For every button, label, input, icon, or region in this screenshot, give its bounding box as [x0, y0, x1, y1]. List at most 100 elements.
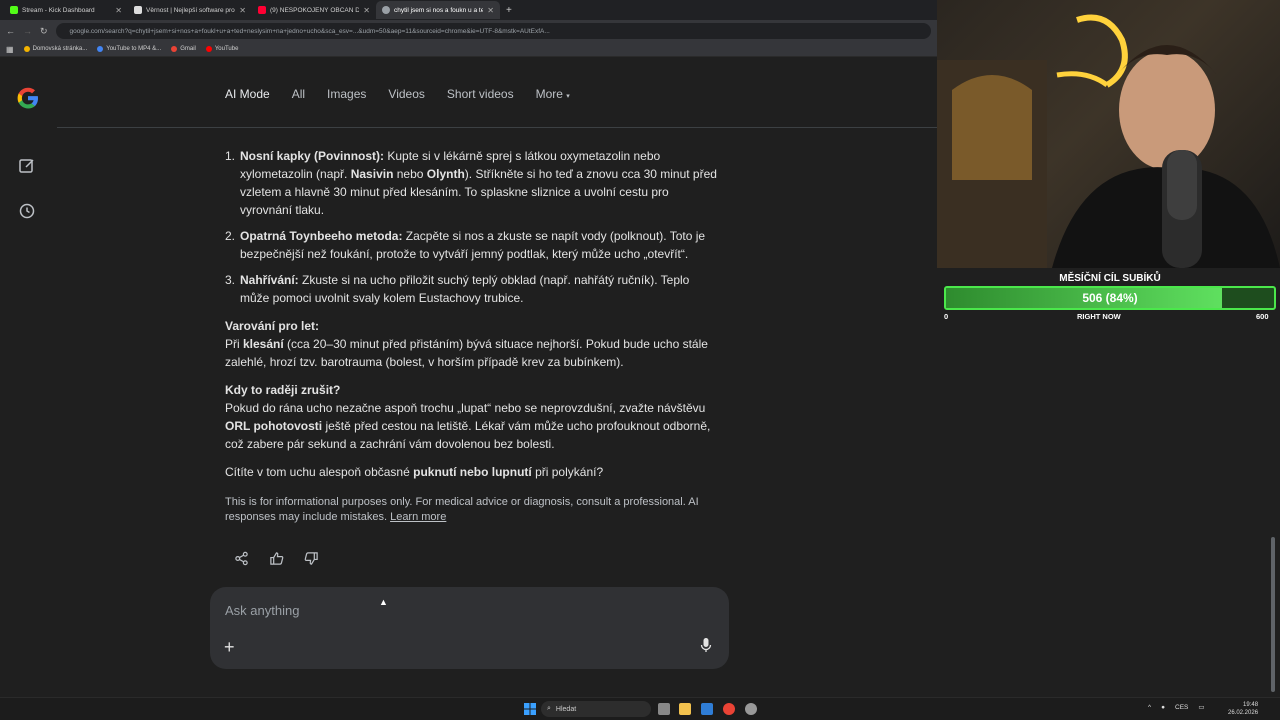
- back-icon[interactable]: ←: [6, 26, 15, 36]
- bookmark-label: Gmail: [180, 46, 196, 52]
- bookmarks-bar: ▦ Domovská stránka... YouTube to MP4 &..…: [0, 42, 937, 57]
- ask-box[interactable]: Ask anything +: [210, 587, 729, 669]
- store-icon[interactable]: [701, 703, 713, 715]
- url-input[interactable]: google.com/search?q=chytil+jsem+si+nos+a…: [55, 23, 931, 39]
- item-emphasis: Olynth: [426, 167, 465, 181]
- taskbar-search-label: Hledat: [555, 705, 577, 713]
- reload-icon[interactable]: ↻: [40, 26, 48, 37]
- list-number: 1.: [225, 149, 236, 163]
- bookmark-icon: [23, 46, 30, 52]
- list-item: 2. Opatrná Toynbeeho metoda: Zacpěte si …: [225, 227, 720, 263]
- microphone-tray-icon[interactable]: ●: [1161, 704, 1165, 711]
- sub-goal-now-label: RIGHT NOW: [1077, 312, 1121, 321]
- sub-goal-max: 600: [1256, 312, 1269, 321]
- webcam-image-icon: [937, 14, 1280, 268]
- browser-tabbar: Stream - Kick Dashboard ✕ Věrnost | Nejl…: [0, 0, 937, 20]
- answer-actions: [234, 551, 319, 566]
- caret-down-icon: ▾: [566, 93, 570, 100]
- bookmark[interactable]: YouTube to MP4 &...: [97, 46, 161, 52]
- taskbar: ⌕ Hledat ^ ● CES ▭ 19:48 26.02.2026: [0, 697, 1280, 720]
- history-icon[interactable]: [18, 202, 36, 220]
- task-view-icon[interactable]: [658, 703, 670, 715]
- browser-tab-active[interactable]: chytil jsem si nos a foukn u a te ✕: [376, 1, 500, 19]
- section-text: Pokud do rána ucho nezačne aspoň trochu …: [225, 401, 706, 415]
- apps-grid-icon[interactable]: ▦: [6, 45, 14, 54]
- clock-time: 19:48: [1243, 702, 1259, 708]
- bookmark-label: YouTube to MP4 &...: [106, 46, 162, 52]
- add-icon[interactable]: +: [224, 637, 235, 658]
- address-bar-row: ← → ↻ google.com/search?q=chytil+jsem+si…: [0, 20, 937, 42]
- tab-short-videos[interactable]: Short videos: [447, 87, 514, 101]
- file-explorer-icon[interactable]: [679, 703, 691, 715]
- thumbs-up-icon[interactable]: [269, 551, 284, 566]
- bookmark[interactable]: Domovská stránka...: [23, 46, 87, 52]
- language-indicator[interactable]: CES: [1175, 704, 1188, 711]
- google-logo-icon[interactable]: [15, 85, 41, 111]
- section-text: (cca 20–30 minut před přistáním) bývá si…: [225, 337, 708, 369]
- list-item: 3. Nahřívání: Zkuste si na ucho přiložit…: [225, 271, 720, 307]
- disclaimer: This is for informational purposes only.…: [225, 495, 720, 525]
- scrollbar[interactable]: [1271, 537, 1275, 692]
- browser-tab[interactable]: (9) NESPOKOJENÝ OBČAN DO ✕: [252, 1, 376, 19]
- windows-start-icon[interactable]: [524, 703, 536, 715]
- item-body: Zkuste si na ucho přiložit suchý teplý o…: [240, 273, 690, 305]
- section-text: Při: [225, 337, 243, 351]
- network-icon[interactable]: ▭: [1198, 703, 1204, 711]
- close-tab-icon[interactable]: ✕: [487, 6, 494, 15]
- tab-title: Věrnost | Nejlepší software pro: [146, 6, 235, 14]
- thumbs-down-icon[interactable]: [304, 551, 319, 566]
- list-text: Opatrná Toynbeeho metoda: Zacpěte si nos…: [240, 227, 720, 263]
- system-clock[interactable]: 19:48 26.02.2026: [1228, 701, 1258, 717]
- chevron-up-icon[interactable]: ^: [1148, 704, 1151, 711]
- list-item: 1. Nosní kapky (Povinnost): Kupte si v l…: [225, 147, 720, 219]
- tab-videos[interactable]: Videos: [388, 87, 424, 101]
- ask-input[interactable]: Ask anything: [225, 603, 299, 618]
- browser-tab[interactable]: Věrnost | Nejlepší software pro ✕: [128, 1, 252, 19]
- new-chat-icon[interactable]: [18, 157, 36, 175]
- tab-images[interactable]: Images: [327, 87, 366, 101]
- close-tab-icon[interactable]: ✕: [239, 6, 246, 15]
- webcam-feed: [937, 0, 1280, 268]
- item-heading: Nosní kapky (Povinnost):: [240, 149, 385, 163]
- tab-title: chytil jsem si nos a foukn u a te: [394, 6, 484, 14]
- item-body: nebo: [393, 167, 427, 181]
- youtube-icon: [205, 46, 212, 52]
- kick-icon: [10, 6, 18, 14]
- warning-section: Varování pro let: Při klesání (cca 20–30…: [225, 317, 720, 371]
- disclaimer-text: This is for informational purposes only.…: [225, 496, 699, 523]
- section-emphasis: ORL pohotovosti: [225, 419, 323, 433]
- bookmark-icon: [97, 46, 104, 52]
- cancel-section: Kdy to raději zrušit? Pokud do rána ucho…: [225, 381, 720, 453]
- close-tab-icon[interactable]: ✕: [115, 6, 122, 15]
- tab-title: (9) NESPOKOJENÝ OBČAN DO: [270, 6, 360, 14]
- bookmark[interactable]: YouTube: [205, 46, 239, 52]
- tab-ai-mode[interactable]: AI Mode: [225, 87, 270, 101]
- bookmark[interactable]: Gmail: [171, 46, 196, 52]
- close-tab-icon[interactable]: ✕: [363, 6, 370, 15]
- list-number: 3.: [225, 273, 236, 287]
- new-tab-button[interactable]: +: [506, 5, 512, 16]
- taskbar-search[interactable]: ⌕ Hledat: [541, 701, 651, 717]
- google-page: AI Mode All Images Videos Short videos M…: [0, 57, 937, 697]
- section-emphasis: klesání: [243, 337, 284, 351]
- chrome-icon[interactable]: [723, 703, 735, 715]
- tab-more[interactable]: More ▾: [536, 87, 570, 101]
- follow-up-question: Cítíte v tom uchu alespoň občasné puknut…: [225, 463, 720, 481]
- sub-goal-title: MĚSÍČNÍ CÍL SUBÍKŮ: [1059, 273, 1161, 284]
- search-tabs: AI Mode All Images Videos Short videos M…: [225, 87, 570, 101]
- sub-goal-min: 0: [944, 312, 949, 321]
- settings-icon[interactable]: [745, 703, 757, 715]
- bookmark-label: YouTube: [214, 46, 239, 52]
- share-icon[interactable]: [234, 551, 249, 566]
- forward-icon[interactable]: →: [23, 26, 32, 36]
- item-emphasis: Nasivin: [350, 167, 394, 181]
- browser-tab[interactable]: Stream - Kick Dashboard ✕: [4, 1, 128, 19]
- tab-title: Stream - Kick Dashboard: [22, 6, 95, 14]
- learn-more-link[interactable]: Learn more: [390, 511, 446, 523]
- list-text: Nosní kapky (Povinnost): Kupte si v léká…: [240, 147, 720, 219]
- ai-answer: 1. Nosní kapky (Povinnost): Kupte si v l…: [225, 147, 720, 525]
- microphone-icon[interactable]: [699, 637, 713, 653]
- list-number: 2.: [225, 229, 236, 243]
- question-emphasis: puknutí nebo lupnutí: [413, 465, 532, 479]
- tab-all[interactable]: All: [292, 87, 305, 101]
